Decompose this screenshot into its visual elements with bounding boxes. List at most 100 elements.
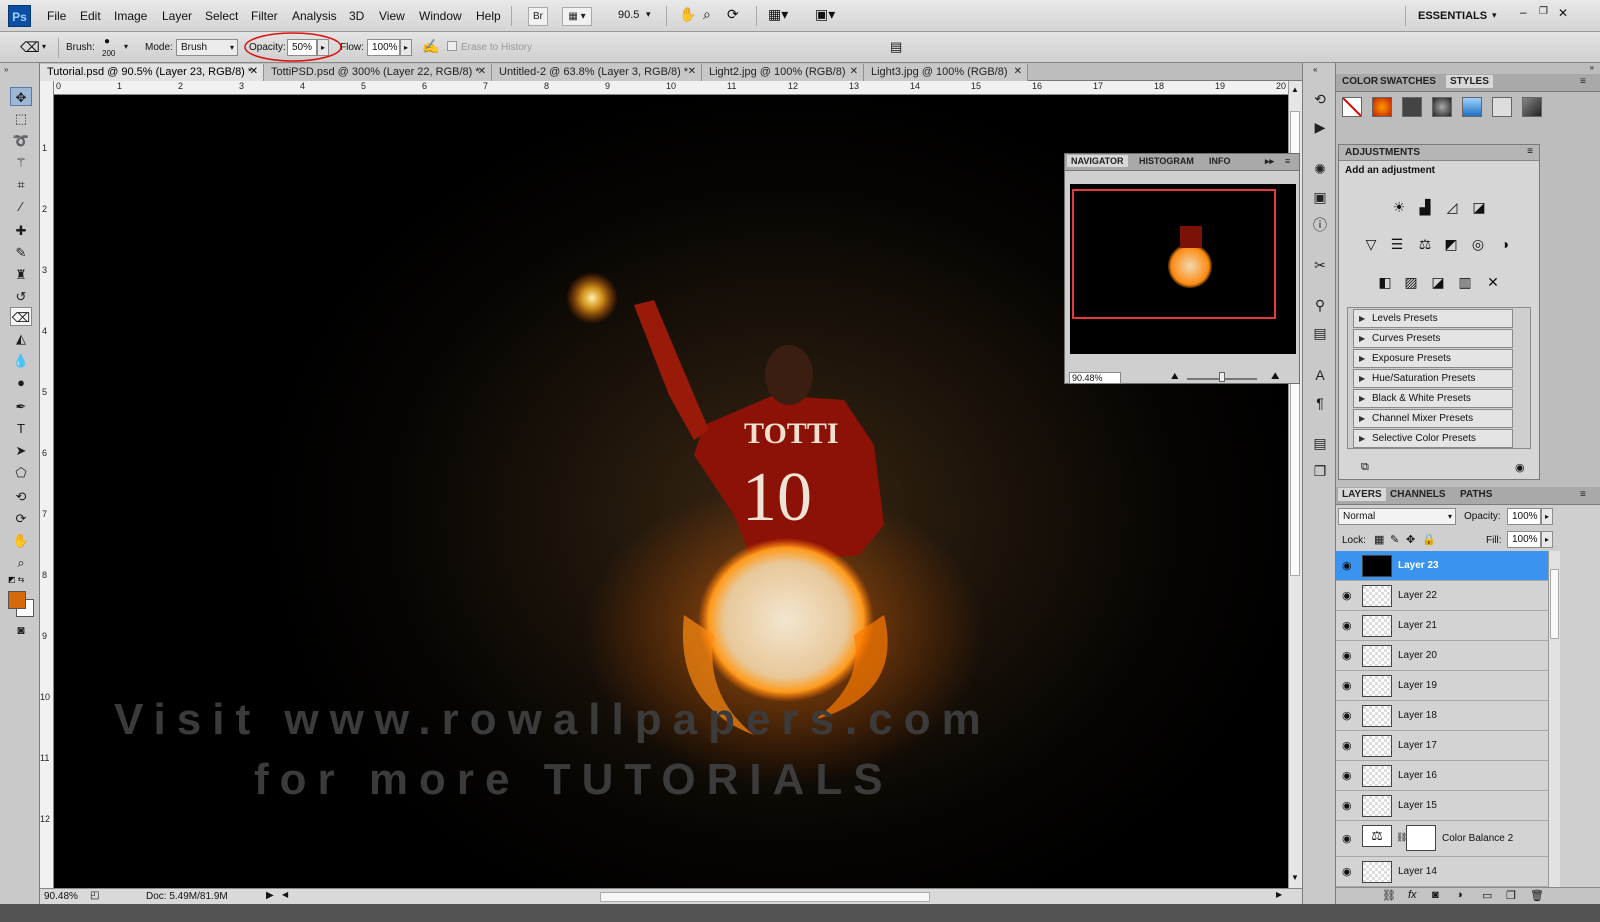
menu-select[interactable]: Select xyxy=(205,9,238,23)
menu-edit[interactable]: Edit xyxy=(80,9,101,23)
shape-tool-icon[interactable]: ⬠ xyxy=(10,463,32,482)
lock-pixels-icon[interactable]: ✎ xyxy=(1390,533,1399,546)
navigator-preview[interactable] xyxy=(1070,184,1296,354)
scroll-down-icon[interactable]: ▼ xyxy=(1291,873,1299,882)
path-selection-icon[interactable]: ➤ xyxy=(10,441,32,460)
screen-mode-icon[interactable]: ▣▾ xyxy=(815,6,835,23)
magic-wand-icon[interactable]: ⚚ xyxy=(10,153,32,172)
visibility-eye-icon[interactable]: ◉ xyxy=(1342,865,1352,878)
clip-to-layer-icon[interactable]: ⧉ xyxy=(1361,461,1369,474)
zoom-tool-icon[interactable]: ⌕ xyxy=(703,6,711,23)
erase-history-checkbox[interactable] xyxy=(447,41,457,51)
history-panel-icon[interactable]: ⟲ xyxy=(1310,89,1330,109)
tab-untitled-2[interactable]: Untitled-2 @ 63.8% (Layer 3, RGB/8) * ✕ xyxy=(492,64,702,81)
tab-light2[interactable]: Light2.jpg @ 100% (RGB/8) ✕ xyxy=(702,64,864,81)
blend-mode-select[interactable]: Normal ▾ xyxy=(1338,508,1456,525)
visibility-eye-icon[interactable]: ◉ xyxy=(1342,649,1352,662)
panel-menu-icon[interactable]: ≡ xyxy=(1527,146,1533,157)
preset-levels[interactable]: ▶ Levels Presets xyxy=(1353,309,1513,328)
healing-brush-icon[interactable]: ✚ xyxy=(10,221,32,240)
hand-tool-icon[interactable]: ✋ xyxy=(10,531,32,550)
visibility-eye-icon[interactable]: ◉ xyxy=(1342,739,1352,752)
notes-panel-icon[interactable]: ▤ xyxy=(1310,433,1330,453)
black-white-icon[interactable]: ◩ xyxy=(1441,234,1461,254)
visibility-eye-icon[interactable]: ◉ xyxy=(1342,559,1352,572)
layer-opacity-input[interactable]: 100% xyxy=(1507,508,1541,525)
extras-menu-button[interactable]: ▦ ▾ xyxy=(562,7,592,26)
menu-window[interactable]: Window xyxy=(419,9,462,23)
visibility-icon[interactable]: ◉ xyxy=(1515,461,1525,474)
style-swatch[interactable] xyxy=(1432,97,1452,117)
info-panel-icon[interactable]: ⓘ xyxy=(1310,215,1330,235)
style-swatch[interactable] xyxy=(1492,97,1512,117)
link-layers-icon[interactable]: ⛓ xyxy=(1382,889,1396,902)
move-tool-icon[interactable]: ✥ xyxy=(10,87,32,106)
3d-orbit-icon[interactable]: ⟳ xyxy=(10,509,32,528)
tab-tutorial[interactable]: Tutorial.psd @ 90.5% (Layer 23, RGB/8) *… xyxy=(40,64,264,81)
menu-image[interactable]: Image xyxy=(114,9,147,23)
navigator-panel-icon[interactable]: ▣ xyxy=(1310,187,1330,207)
new-adjustment-icon[interactable]: ◑ xyxy=(1456,889,1463,901)
lock-all-icon[interactable]: 🔒 xyxy=(1422,533,1436,546)
panel-menu-icon[interactable]: ≡ xyxy=(1580,76,1586,87)
menu-layer[interactable]: Layer xyxy=(162,9,192,23)
layer-style-icon[interactable]: fx xyxy=(1408,889,1417,901)
zoom-level-select[interactable]: 90.5 xyxy=(618,9,639,21)
close-icon[interactable]: ✕ xyxy=(250,64,258,80)
vibrance-icon[interactable]: ▽ xyxy=(1361,234,1381,254)
collapse-icon[interactable]: » xyxy=(4,65,8,74)
layer-row[interactable]: ◉ Layer 22 xyxy=(1336,581,1548,611)
visibility-eye-icon[interactable]: ◉ xyxy=(1342,619,1352,632)
blur-tool-icon[interactable]: 💧 xyxy=(10,351,32,370)
levels-icon[interactable]: ▟ xyxy=(1415,197,1435,217)
restore-icon[interactable]: ❐ xyxy=(1539,6,1548,17)
layer-row[interactable]: ◉ Layer 21 xyxy=(1336,611,1548,641)
close-icon[interactable]: ✕ xyxy=(1014,64,1022,80)
status-icon[interactable]: ◰ xyxy=(90,890,99,901)
expand-icon[interactable]: ▸▸ xyxy=(1265,156,1274,167)
menu-view[interactable]: View xyxy=(379,9,405,23)
menu-3d[interactable]: 3D xyxy=(349,9,364,23)
tab-swatches[interactable]: SWATCHES xyxy=(1380,76,1436,87)
style-swatch[interactable] xyxy=(1522,97,1542,117)
lock-transparency-icon[interactable]: ▦ xyxy=(1374,533,1384,546)
view-box[interactable] xyxy=(1072,189,1276,319)
layer-row[interactable]: ◉ Layer 16 xyxy=(1336,761,1548,791)
3d-rotate-icon[interactable]: ⟲ xyxy=(10,487,32,506)
eraser-tool-icon[interactable]: ⌫ xyxy=(10,307,32,326)
adjustments-panel-icon[interactable]: ✺ xyxy=(1310,159,1330,179)
add-mask-icon[interactable]: ◙ xyxy=(1432,889,1439,901)
default-colors-icon[interactable]: ◩ ⇆ xyxy=(8,575,24,584)
character-panel-icon[interactable]: A xyxy=(1310,365,1330,385)
visibility-eye-icon[interactable]: ◉ xyxy=(1342,679,1352,692)
dodge-tool-icon[interactable]: ● xyxy=(10,373,32,392)
brush-preview-icon[interactable]: ● xyxy=(104,36,110,47)
tab-light3[interactable]: Light3.jpg @ 100% (RGB/8) ✕ xyxy=(864,64,1028,81)
style-swatch[interactable] xyxy=(1372,97,1392,117)
scroll-right-icon[interactable]: ▶ xyxy=(1276,890,1282,899)
brushes-panel-icon[interactable]: ▤ xyxy=(1310,323,1330,343)
menu-filter[interactable]: Filter xyxy=(251,9,278,23)
layers-scrollbar[interactable] xyxy=(1548,551,1560,887)
scroll-thumb[interactable] xyxy=(1550,569,1559,639)
close-icon[interactable]: ✕ xyxy=(688,64,696,80)
tab-color[interactable]: COLOR xyxy=(1342,76,1378,87)
close-icon[interactable]: ✕ xyxy=(1558,6,1568,20)
preset-selective-color[interactable]: ▶ Selective Color Presets xyxy=(1353,429,1513,448)
layer-row[interactable]: ◉ Layer 17 xyxy=(1336,731,1548,761)
visibility-eye-icon[interactable]: ◉ xyxy=(1342,832,1352,845)
channel-mixer-icon[interactable]: ◑ xyxy=(1495,234,1515,254)
type-tool-icon[interactable]: T xyxy=(10,419,32,438)
zoom-in-icon[interactable]: ⛰ xyxy=(1271,371,1279,382)
layer-row[interactable]: ◉ ⚖ ⛓ Color Balance 2 xyxy=(1336,821,1548,857)
status-zoom[interactable]: 90.48% xyxy=(44,891,78,902)
preset-channel-mixer[interactable]: ▶ Channel Mixer Presets xyxy=(1353,409,1513,428)
collapse-icon[interactable]: « xyxy=(1313,65,1317,74)
paragraph-panel-icon[interactable]: ¶ xyxy=(1310,393,1330,413)
preset-hue-saturation[interactable]: ▶ Hue/Saturation Presets xyxy=(1353,369,1513,388)
brightness-contrast-icon[interactable]: ☀ xyxy=(1389,197,1409,217)
flow-input[interactable]: 100% xyxy=(367,39,400,56)
new-layer-icon[interactable]: ❐ xyxy=(1506,889,1516,902)
tab-channels[interactable]: CHANNELS xyxy=(1390,489,1446,500)
menu-file[interactable]: File xyxy=(47,9,66,23)
